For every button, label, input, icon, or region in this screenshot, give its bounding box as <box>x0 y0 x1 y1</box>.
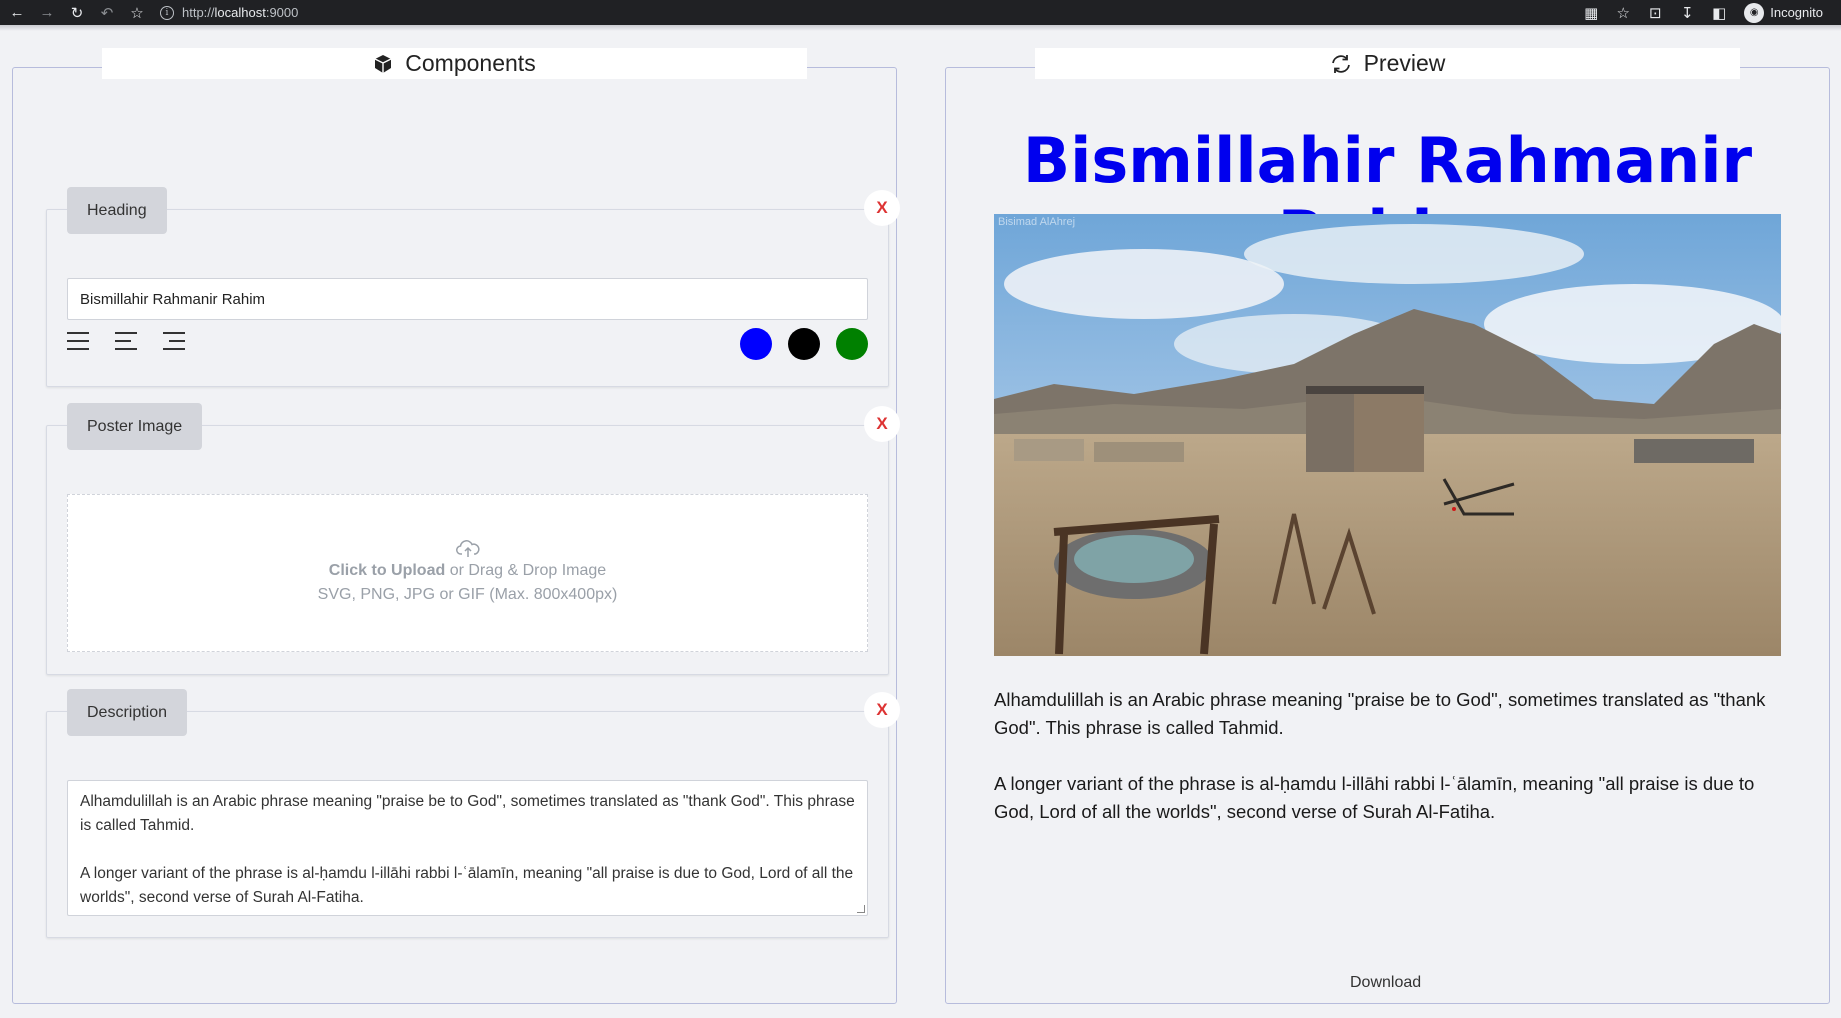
preview-title: Preview <box>1363 50 1446 76</box>
download-icon[interactable]: ↧ <box>1674 2 1700 24</box>
browser-toolbar: ← → ↻ ↶ ☆ i http://localhost:9000 ▦ ☆ ⊡ … <box>0 0 1841 25</box>
poster-image-component-card: Poster Image X Click to Upload or Drag &… <box>46 403 900 675</box>
align-justify-icon[interactable] <box>67 332 89 350</box>
toolbar-shadow <box>0 25 1841 31</box>
incognito-profile[interactable]: ◉ Incognito <box>1744 2 1823 23</box>
qr-code-icon[interactable]: ▦ <box>1578 2 1604 24</box>
bookmark-star-icon[interactable]: ☆ <box>124 2 150 24</box>
preview-poster-image: Bisimad AlAhrej <box>994 214 1781 656</box>
address-bar[interactable]: i http://localhost:9000 <box>160 5 298 20</box>
remove-poster-button[interactable]: X <box>864 406 900 442</box>
remove-heading-button[interactable]: X <box>864 190 900 226</box>
cloud-upload-icon <box>455 540 479 557</box>
poster-card-tag: Poster Image <box>67 403 203 450</box>
crop-icon[interactable]: ⊡ <box>1642 2 1668 24</box>
textarea-resize-handle[interactable] <box>857 905 865 913</box>
preview-paragraph-2: A longer variant of the phrase is al-ḥam… <box>994 773 1755 822</box>
heading-component-card: Heading X Bismillahir Rahmanir Rahim <box>46 187 900 387</box>
text-align-options <box>67 332 185 350</box>
reload-icon[interactable]: ↻ <box>64 2 90 24</box>
preview-paragraph-1: Alhamdulillah is an Arabic phrase meanin… <box>994 689 1766 738</box>
components-panel-header: Components <box>102 48 807 79</box>
url-scheme: http:// <box>182 5 215 20</box>
description-paragraph-2: A longer variant of the phrase is al-ḥam… <box>80 865 854 906</box>
forward-arrow-icon[interactable]: → <box>34 2 60 24</box>
image-upload-dropzone[interactable]: Click to Upload or Drag & Drop Image SVG… <box>67 494 868 652</box>
align-left-icon[interactable] <box>115 332 137 350</box>
incognito-label: Incognito <box>1770 5 1823 20</box>
heading-text-input[interactable]: Bismillahir Rahmanir Rahim <box>67 278 868 320</box>
image-watermark: Bisimad AlAhrej <box>998 216 1076 228</box>
upload-file-hint: SVG, PNG, JPG or GIF (Max. 800x400px) <box>317 586 618 603</box>
side-panel-icon[interactable]: ◧ <box>1706 2 1732 24</box>
site-info-icon[interactable]: i <box>160 5 174 20</box>
description-paragraph-1: Alhamdulillah is an Arabic phrase meanin… <box>80 793 855 834</box>
description-textarea[interactable]: Alhamdulillah is an Arabic phrase meanin… <box>67 780 868 916</box>
download-button[interactable]: Download <box>1350 974 1421 992</box>
preview-panel-header: Preview <box>1035 48 1740 79</box>
remove-description-button[interactable]: X <box>864 692 900 728</box>
components-panel: Heading X Bismillahir Rahmanir Rahim Pos… <box>12 67 900 1004</box>
upload-instruction: Click to Upload or Drag & Drop Image <box>329 559 606 583</box>
undo-icon[interactable]: ↶ <box>94 2 120 24</box>
components-title: Components <box>405 50 536 76</box>
star-icon[interactable]: ☆ <box>1610 2 1636 24</box>
color-black-swatch[interactable] <box>788 328 820 360</box>
refresh-icon <box>1331 54 1350 73</box>
color-green-swatch[interactable] <box>836 328 868 360</box>
cube-icon <box>374 54 392 73</box>
align-right-icon[interactable] <box>163 332 185 350</box>
drag-drop-text: or Drag & Drop Image <box>445 562 607 579</box>
heading-card-tag: Heading <box>67 187 167 234</box>
url-text: http://localhost:9000 <box>182 5 298 20</box>
color-blue-swatch[interactable] <box>740 328 772 360</box>
preview-description: Alhamdulillah is an Arabic phrase meanin… <box>994 686 1784 826</box>
url-host: localhost <box>214 5 266 20</box>
back-arrow-icon[interactable]: ← <box>4 2 30 24</box>
incognito-icon: ◉ <box>1744 2 1765 23</box>
url-port: :9000 <box>265 5 299 20</box>
description-component-card: Description X Alhamdulillah is an Arabic… <box>46 689 900 938</box>
browser-actions: ▦ ☆ ⊡ ↧ ◧ ◉ Incognito <box>1578 2 1841 24</box>
browser-nav: ← → ↻ ↶ ☆ <box>0 2 150 24</box>
desert-scene-image <box>994 214 1781 656</box>
click-to-upload-text[interactable]: Click to Upload <box>329 562 445 579</box>
description-card-tag: Description <box>67 689 188 736</box>
heading-color-options <box>740 328 868 360</box>
